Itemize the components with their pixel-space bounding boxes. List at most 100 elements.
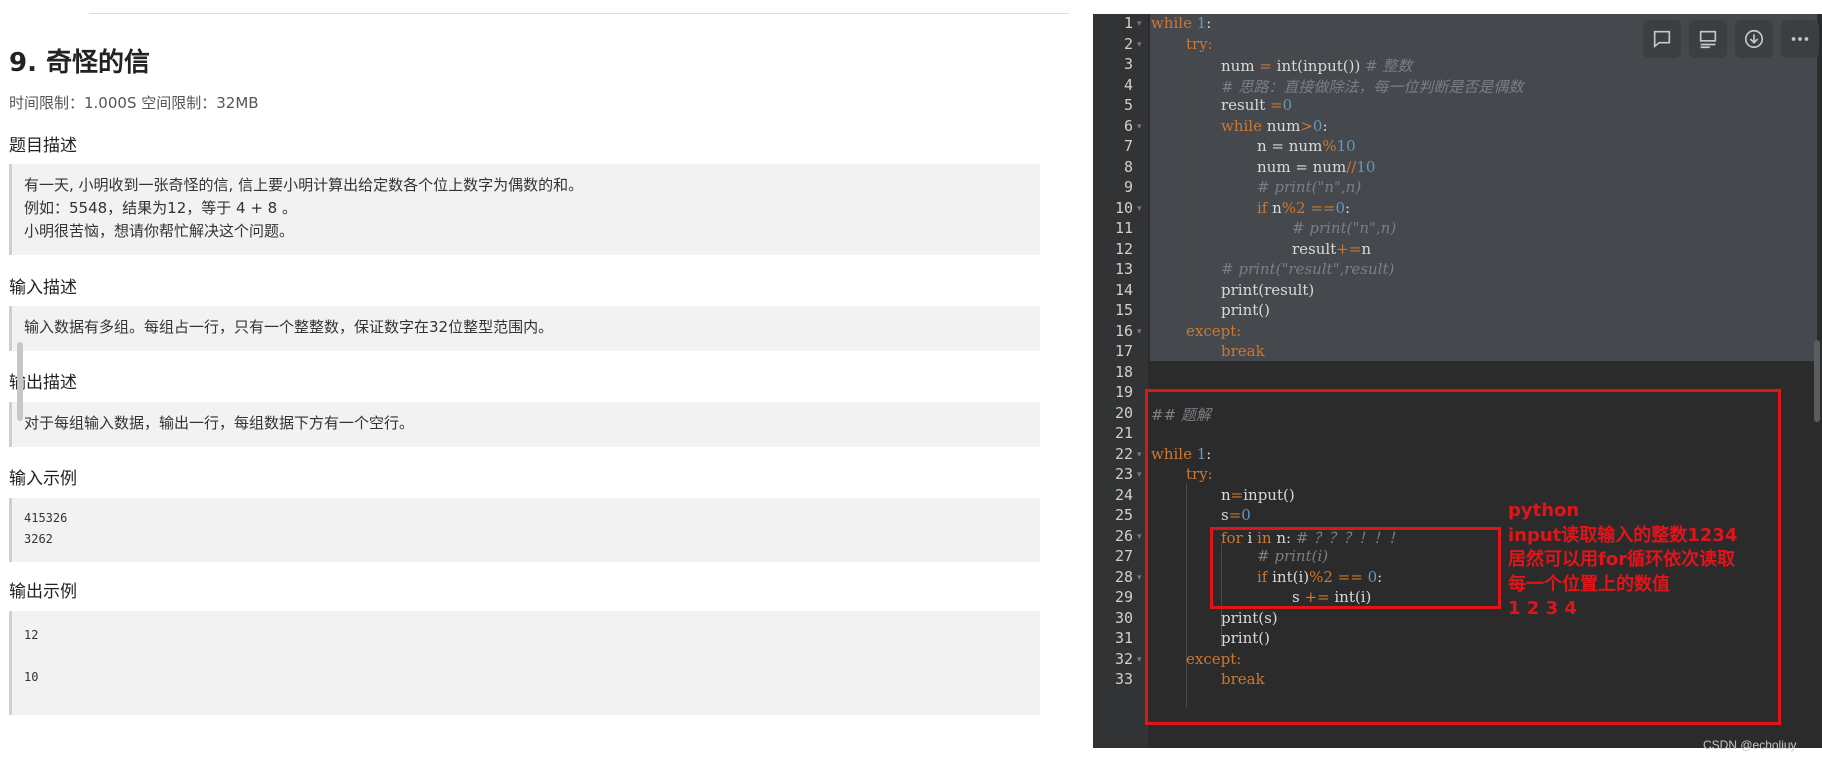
keyword: while: [1221, 116, 1262, 135]
keyword: try:: [1186, 34, 1213, 53]
watermark: CSDN @echoliuy: [1703, 738, 1797, 752]
line-number: 9: [1123, 178, 1133, 196]
line-number: 23: [1114, 465, 1133, 483]
code-text: result: [1221, 96, 1270, 114]
more-icon: [1791, 37, 1809, 41]
output-example-line: 10: [24, 670, 39, 684]
line-number: 13: [1114, 260, 1133, 278]
code-line-17: break: [1221, 342, 1265, 360]
operator: =: [1259, 57, 1277, 75]
number: 10: [1356, 157, 1376, 176]
operator: =: [1270, 96, 1283, 114]
input-example-line: 415326: [24, 511, 68, 525]
code-line-1: while 1:: [1151, 14, 1211, 32]
fold-marker-icon[interactable]: ▾: [1137, 327, 1142, 337]
line-number: 28: [1114, 567, 1133, 586]
line-number: 5: [1123, 96, 1133, 114]
line-number: 1: [1123, 14, 1133, 32]
code-line-10: if n%2 ==0:: [1257, 199, 1350, 217]
fold-marker-icon[interactable]: ▾: [1137, 470, 1142, 480]
code-line-6: while num>0:: [1221, 117, 1328, 135]
description-line: 有一天, 小明收到一张奇怪的信, 信上要小明计算出给定数各个位上数字为偶数的和。: [24, 176, 584, 194]
line-number: 31: [1114, 629, 1133, 647]
code-line-7: n = num%10: [1257, 137, 1356, 155]
scrollbar-thumb[interactable]: [17, 342, 23, 421]
line-number: 14: [1114, 280, 1133, 299]
code-text: print(result): [1221, 280, 1315, 299]
comment-button[interactable]: [1643, 20, 1681, 58]
line-number: 32: [1114, 649, 1133, 668]
outline-icon: [1699, 30, 1717, 49]
fold-marker-icon[interactable]: ▾: [1137, 122, 1142, 132]
code-text: num = num: [1257, 157, 1347, 176]
description-box: 有一天, 小明收到一张奇怪的信, 信上要小明计算出给定数各个位上数字为偶数的和。…: [9, 164, 1040, 255]
code-text: n = num: [1257, 137, 1323, 155]
fold-marker-icon[interactable]: ▾: [1137, 573, 1142, 583]
section-heading-description: 题目描述: [9, 136, 77, 156]
line-number: 30: [1114, 608, 1133, 627]
line-number: 25: [1114, 506, 1133, 524]
comment: # print("n",n): [1292, 219, 1397, 237]
operator: //: [1346, 157, 1357, 176]
outline-button[interactable]: [1689, 20, 1727, 58]
number: 0: [1312, 116, 1323, 135]
code-line-11: # print("n",n): [1292, 219, 1396, 237]
keyword: while: [1151, 14, 1192, 32]
line-number: 8: [1123, 157, 1133, 176]
line-number: 7: [1123, 137, 1133, 155]
fold-marker-icon[interactable]: ▾: [1137, 204, 1142, 214]
input-desc-box: 输入数据有多组。每组占一行，只有一个整整数，保证数字在32位整型范围内。: [9, 306, 1040, 351]
line-number: 10: [1114, 198, 1133, 217]
code-text: print(): [1221, 301, 1270, 319]
line-number: 15: [1114, 301, 1133, 319]
loop-highlight-box: [1210, 527, 1501, 609]
annotation-line: input读取输入的整数1234: [1508, 524, 1738, 546]
line-number: 33: [1114, 670, 1133, 688]
editor-scrollbar[interactable]: [1814, 340, 1820, 422]
keyword: if: [1257, 198, 1268, 217]
input-desc-line: 输入数据有多组。每组占一行，只有一个整整数，保证数字在32位整型范围内。: [24, 318, 554, 336]
comment: # print("n",n): [1257, 178, 1362, 196]
section-heading-output-example: 输出示例: [9, 582, 77, 602]
fold-marker-icon[interactable]: ▾: [1137, 450, 1142, 460]
download-button[interactable]: [1735, 20, 1773, 58]
download-icon: [1744, 29, 1764, 49]
section-heading-input-example: 输入示例: [9, 469, 77, 489]
line-number: 27: [1114, 547, 1133, 565]
fold-marker-icon[interactable]: ▾: [1137, 532, 1142, 542]
code-line-5: result =0: [1221, 96, 1292, 114]
code-line-16: except:: [1186, 322, 1241, 340]
problem-panel: 9. 奇怪的信 时间限制：1.000S 空间限制：32MB 题目描述 有一天, …: [0, 0, 1069, 763]
keyword: break: [1221, 342, 1265, 360]
line-number: 4: [1123, 75, 1133, 94]
line-number: 6: [1123, 116, 1133, 135]
comment: # 整数: [1365, 57, 1413, 75]
code-line-9: # print("n",n): [1257, 178, 1361, 196]
punct: :: [1206, 14, 1212, 32]
punct: :: [1322, 116, 1328, 135]
fold-marker-icon[interactable]: ▾: [1137, 19, 1142, 29]
fold-marker-icon[interactable]: ▾: [1137, 40, 1142, 50]
line-gutter: 1 ▾ 2 ▾ 3 4 5 6 ▾ 7 8 9 10 ▾ 11 12 13 14 15 16 ▾ 17 18 19 20 21 22…: [1093, 14, 1148, 748]
code-line-13: # print("result",result): [1221, 260, 1394, 278]
code-line-15: print(): [1221, 301, 1270, 319]
line-number: 17: [1114, 342, 1133, 360]
page-title: 9. 奇怪的信: [9, 48, 151, 78]
code-line-4: # 思路：直接做除法，每一位判断是否是偶数: [1221, 76, 1523, 97]
output-desc-box: 对于每组输入数据，输出一行，每组数据下方有一个空行。: [9, 402, 1040, 447]
comment-icon: [1653, 30, 1671, 49]
code-text: n: [1267, 198, 1282, 217]
line-number: 12: [1114, 239, 1133, 258]
line-number: 18: [1114, 362, 1133, 381]
number: 10: [1336, 137, 1356, 155]
comment: # print("result",result): [1221, 260, 1395, 278]
number: 0: [1335, 198, 1346, 217]
code-line-8: num = num//10: [1257, 158, 1375, 176]
indent-guide: [1186, 54, 1187, 361]
annotation-line: 1 2 3 4: [1508, 598, 1577, 619]
fold-marker-icon[interactable]: ▾: [1137, 655, 1142, 665]
comment: # 思路：直接做除法，每一位判断是否是偶数: [1221, 77, 1524, 96]
line-number: 3: [1123, 55, 1133, 73]
line-number: 26: [1114, 526, 1133, 545]
more-button[interactable]: [1781, 20, 1819, 58]
